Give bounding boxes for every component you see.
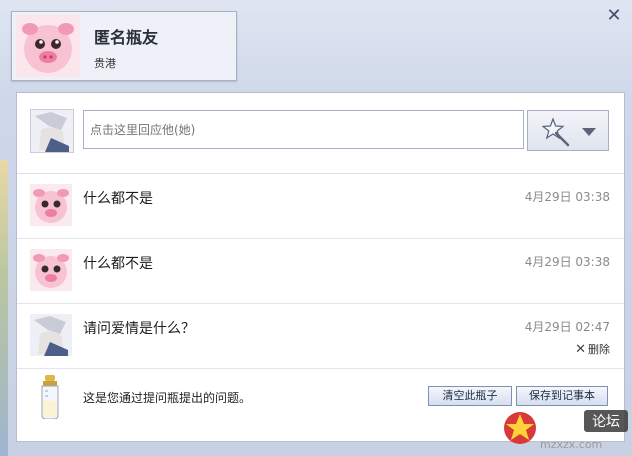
message-time: 4月29日 03:38 xyxy=(524,190,610,204)
list-item: 什么都不是 4月29日 03:38 xyxy=(17,174,624,239)
milk-bottle-icon xyxy=(41,375,59,419)
avatar xyxy=(30,109,74,153)
list-item: 什么都不是 4月29日 03:38 xyxy=(17,239,624,304)
footer-note: 这是您通过提问瓶提出的问题。 xyxy=(83,391,252,405)
reply-input[interactable] xyxy=(83,110,524,149)
list-item: 请问爱情是什么？ 4月29日 02:47 ✕ 删除 xyxy=(17,304,624,369)
message-time: 4月29日 03:38 xyxy=(524,255,610,269)
watermark-logo: 论坛 mzxzx.com xyxy=(504,410,628,451)
message-text: 请问爱情是什么？ xyxy=(83,321,195,337)
reply-row xyxy=(17,93,624,174)
emoji-button[interactable] xyxy=(527,110,609,151)
avatar xyxy=(30,184,72,226)
message-text: 什么都不是 xyxy=(83,256,153,272)
sender-name: 匿名瓶友 xyxy=(94,28,159,47)
dropdown-caret-icon xyxy=(582,128,596,136)
delete-x-icon: ✕ xyxy=(575,342,586,357)
conversation-panel: 什么都不是 4月29日 03:38 什么都不是 4月29日 03:38 xyxy=(16,92,625,442)
message-text: 什么都不是 xyxy=(83,191,153,207)
sender-location: 贵港 xyxy=(94,57,116,70)
delete-label: 删除 xyxy=(588,343,610,356)
avatar xyxy=(30,314,72,356)
sender-card: 匿名瓶友 贵港 xyxy=(11,11,237,81)
background-strip xyxy=(0,160,8,456)
svg-text:mzxzx.com: mzxzx.com xyxy=(540,438,602,451)
avatar xyxy=(30,249,72,291)
star-wand-icon xyxy=(542,117,570,147)
message-time: 4月29日 02:47 xyxy=(524,320,610,334)
svg-text:论坛: 论坛 xyxy=(592,414,620,430)
avatar xyxy=(16,15,80,77)
delete-button[interactable]: ✕ 删除 xyxy=(575,341,610,357)
close-icon[interactable]: ✕ xyxy=(604,6,624,26)
drift-bottle-window: ✕ 匿名瓶友 贵港 点击这里回应他(她) 什么都不是 4月29日 03:38 什… xyxy=(0,0,632,456)
